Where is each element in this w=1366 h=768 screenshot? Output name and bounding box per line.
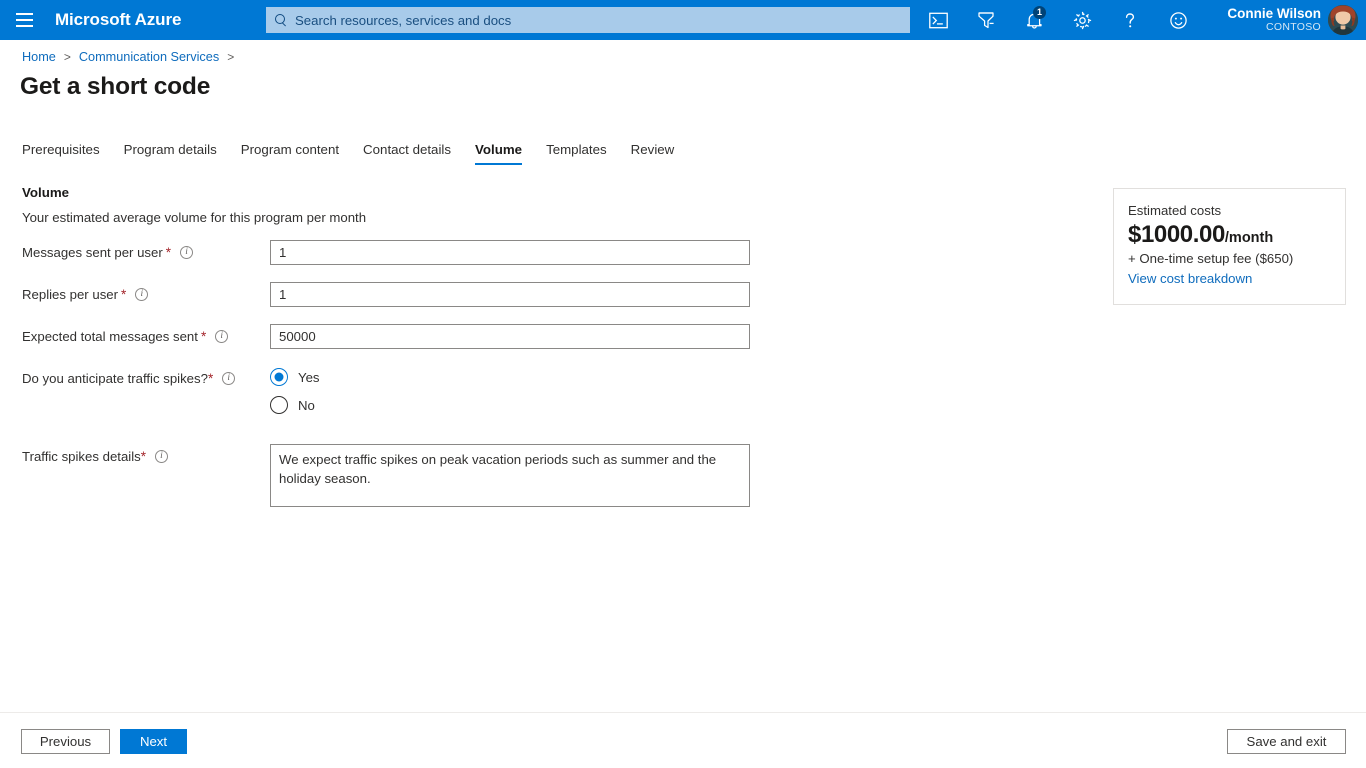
field-row-traffic-spikes: Do you anticipate traffic spikes? * i Ye… bbox=[22, 366, 1102, 428]
label-text: Do you anticipate traffic spikes? bbox=[22, 371, 208, 386]
label-spikes-details: Traffic spikes details * i bbox=[22, 449, 168, 464]
header-icon-group: 1 bbox=[914, 0, 1202, 40]
label-text: Replies per user bbox=[22, 287, 119, 302]
feedback-smiley-icon[interactable] bbox=[1154, 0, 1202, 40]
control-replies bbox=[270, 282, 750, 307]
notification-badge-count: 1 bbox=[1033, 6, 1046, 19]
estimated-costs-amount: $1000.00 bbox=[1128, 221, 1225, 248]
breadcrumb-separator-icon: > bbox=[227, 50, 235, 64]
search-icon bbox=[275, 13, 288, 27]
label-text: Expected total messages sent bbox=[22, 329, 198, 344]
one-time-setup-fee: + One-time setup fee ($650) bbox=[1128, 251, 1294, 266]
info-circle-icon[interactable]: i bbox=[155, 450, 168, 463]
user-text-block: Connie Wilson CONTOSO bbox=[1227, 7, 1321, 32]
required-asterisk: * bbox=[165, 245, 172, 260]
expected-total-messages-input[interactable] bbox=[270, 324, 750, 349]
label-text: Traffic spikes details bbox=[22, 449, 141, 464]
hamburger-bar bbox=[15, 25, 33, 27]
next-button[interactable]: Next bbox=[120, 729, 187, 754]
breadcrumb-item-communication-services[interactable]: Communication Services bbox=[79, 50, 219, 64]
user-account-menu[interactable]: Connie Wilson CONTOSO bbox=[1227, 0, 1358, 40]
label-traffic-spikes: Do you anticipate traffic spikes? * i bbox=[22, 371, 236, 386]
global-search-box[interactable]: Search resources, services and docs bbox=[266, 7, 910, 33]
page-title: Get a short code bbox=[20, 73, 211, 100]
control-spikes-details: We expect traffic spikes on peak vacatio… bbox=[270, 444, 750, 512]
radio-indicator bbox=[270, 368, 288, 386]
save-and-exit-button[interactable]: Save and exit bbox=[1227, 729, 1346, 754]
traffic-spikes-details-textarea[interactable]: We expect traffic spikes on peak vacatio… bbox=[270, 444, 750, 507]
tab-contact-details[interactable]: Contact details bbox=[363, 142, 451, 165]
label-messages-sent: Messages sent per user * i bbox=[22, 245, 194, 260]
user-name: Connie Wilson bbox=[1227, 6, 1321, 22]
required-asterisk: * bbox=[121, 287, 127, 302]
field-row-spikes-details: Traffic spikes details * i We expect tra… bbox=[22, 444, 1102, 510]
breadcrumb-separator-icon: > bbox=[63, 50, 71, 64]
tab-review[interactable]: Review bbox=[631, 142, 675, 165]
field-row-expected-total: Expected total messages sent * i bbox=[22, 324, 1102, 350]
required-asterisk: * bbox=[207, 371, 214, 386]
control-messages-sent bbox=[270, 240, 750, 265]
cloud-shell-icon[interactable] bbox=[914, 0, 962, 40]
info-circle-icon[interactable]: i bbox=[222, 372, 236, 385]
estimated-costs-period: /month bbox=[1224, 230, 1274, 246]
label-text: Messages sent per user bbox=[22, 245, 163, 260]
info-circle-icon[interactable]: i bbox=[215, 330, 229, 343]
field-row-replies: Replies per user * i bbox=[22, 282, 1102, 308]
tab-templates[interactable]: Templates bbox=[546, 142, 607, 165]
breadcrumb-item-home[interactable]: Home bbox=[22, 50, 56, 64]
azure-brand-label[interactable]: Microsoft Azure bbox=[55, 10, 181, 30]
radio-label-yes: Yes bbox=[298, 369, 320, 385]
label-replies: Replies per user * i bbox=[22, 287, 149, 302]
hamburger-menu-icon[interactable] bbox=[0, 0, 48, 40]
required-asterisk: * bbox=[200, 329, 207, 344]
tab-program-content[interactable]: Program content bbox=[241, 142, 339, 165]
estimated-costs-amount-line: $1000.00 /month bbox=[1128, 221, 1331, 249]
footer-divider bbox=[0, 712, 1366, 713]
radio-option-no[interactable]: No bbox=[270, 391, 320, 419]
field-row-messages-sent: Messages sent per user * i bbox=[22, 240, 1102, 266]
tab-program-details[interactable]: Program details bbox=[124, 142, 217, 165]
tab-prerequisites[interactable]: Prerequisites bbox=[22, 142, 100, 165]
estimated-costs-card: Estimated costs $1000.00 /month + One-ti… bbox=[1113, 188, 1346, 305]
tab-volume[interactable]: Volume bbox=[475, 142, 523, 165]
help-question-icon[interactable] bbox=[1106, 0, 1154, 40]
search-placeholder: Search resources, services and docs bbox=[295, 12, 512, 28]
hamburger-bar bbox=[15, 19, 33, 21]
estimated-costs-heading: Estimated costs bbox=[1128, 203, 1222, 218]
user-avatar[interactable] bbox=[1328, 5, 1358, 35]
control-expected-total bbox=[270, 324, 750, 349]
info-circle-icon[interactable]: i bbox=[135, 288, 149, 301]
wizard-tab-bar: Prerequisites Program details Program co… bbox=[22, 136, 698, 165]
required-asterisk: * bbox=[140, 449, 146, 464]
label-expected-total: Expected total messages sent * i bbox=[22, 329, 229, 344]
volume-form: Messages sent per user * i Replies per u… bbox=[22, 240, 1102, 526]
radio-option-yes[interactable]: Yes bbox=[270, 363, 320, 391]
section-title: Volume bbox=[22, 185, 70, 200]
messages-sent-per-user-input[interactable] bbox=[270, 240, 750, 265]
info-circle-icon[interactable]: i bbox=[180, 246, 194, 259]
settings-gear-icon[interactable] bbox=[1058, 0, 1106, 40]
radio-indicator bbox=[270, 396, 288, 414]
section-subtitle: Your estimated average volume for this p… bbox=[22, 210, 367, 225]
azure-top-header: Microsoft Azure Search resources, servic… bbox=[0, 0, 1366, 40]
view-cost-breakdown-link[interactable]: View cost breakdown bbox=[1128, 271, 1252, 286]
notifications-bell-icon[interactable]: 1 bbox=[1010, 0, 1058, 40]
previous-button[interactable]: Previous bbox=[21, 729, 110, 754]
hamburger-bar bbox=[15, 13, 33, 15]
directory-filter-icon[interactable] bbox=[962, 0, 1010, 40]
radio-label-no: No bbox=[298, 397, 315, 413]
traffic-spikes-radio-group: Yes No bbox=[270, 363, 320, 419]
breadcrumb: Home > Communication Services > bbox=[22, 50, 242, 64]
user-organization: CONTOSO bbox=[1266, 20, 1321, 33]
replies-per-user-input[interactable] bbox=[270, 282, 750, 307]
